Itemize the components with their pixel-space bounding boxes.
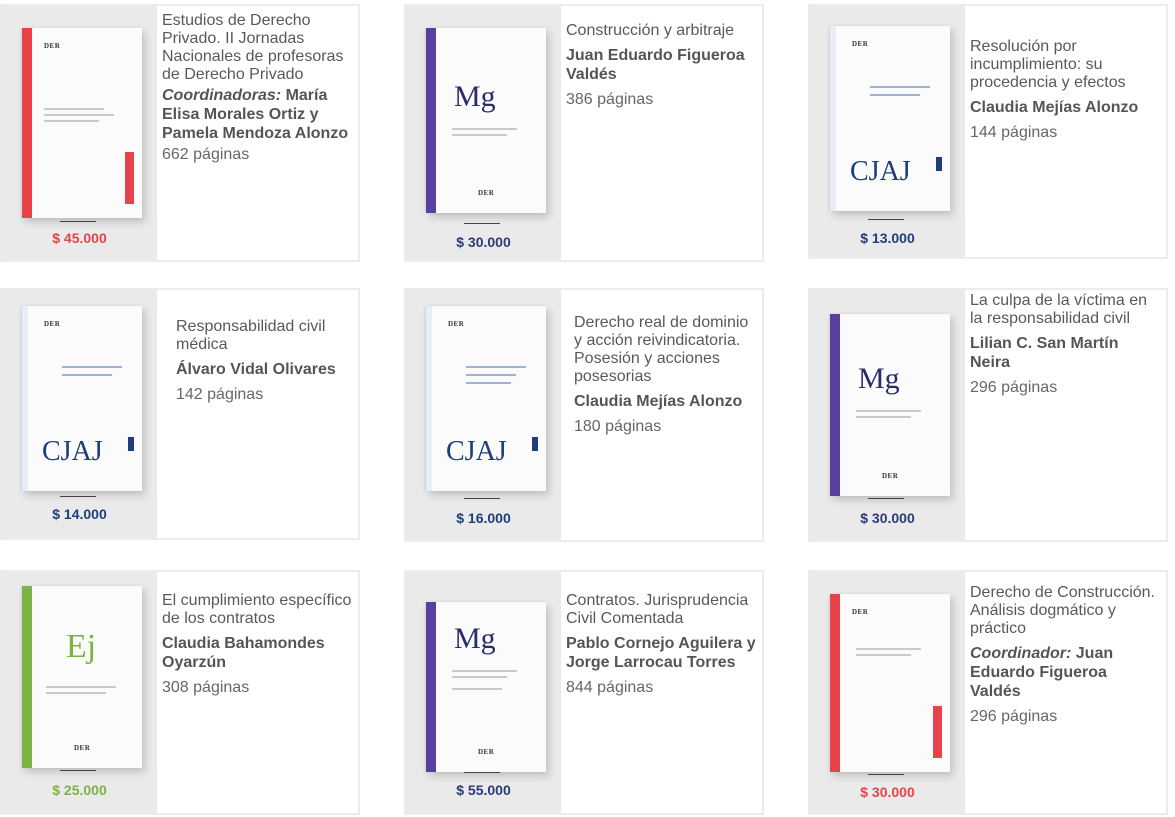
book-pages: 180 páginas (574, 418, 662, 435)
book-card[interactable]: Mg DER $ 30.000 Construcción y arbitraje… (404, 4, 764, 262)
price-label: $ 30.000 (456, 234, 511, 250)
book-pages: 142 páginas (176, 386, 264, 403)
book-card[interactable]: Ej DER $ 25.000 El cumplimiento específi… (0, 570, 360, 815)
book-cover-panel: Mg DER (810, 290, 965, 540)
price-label: $ 30.000 (860, 510, 915, 526)
publisher-logo: DER (852, 608, 869, 616)
book-card[interactable]: Mg DER $ 30.000 La culpa de la víctima e… (808, 288, 1168, 542)
book-title[interactable]: Derecho de Construcción. Análisis dogmát… (970, 584, 1160, 638)
series-logo: Mg (858, 362, 900, 395)
series-logo: CJAJ (850, 156, 911, 187)
publisher-logo: DER (74, 744, 91, 752)
series-logo: CJAJ (446, 436, 507, 467)
book-pages: 844 páginas (566, 679, 654, 696)
publisher-logo: DER (478, 748, 495, 756)
publisher-logo: DER (448, 320, 465, 328)
book-title[interactable]: Contratos. Jurisprudencia Civil Comentad… (566, 592, 756, 628)
book-author: Coordinador: Juan Eduardo Figueroa Valdé… (970, 645, 1114, 700)
book-title[interactable]: Estudios de Derecho Privado. II Jornadas… (162, 12, 352, 84)
book-title[interactable]: Construcción y arbitraje (566, 22, 756, 40)
book-title[interactable]: Derecho real de dominio y acción reivind… (574, 314, 756, 386)
book-author: Lilian C. San Martín Neira (970, 335, 1119, 371)
book-pages: 296 páginas (970, 379, 1058, 396)
book-cover-image[interactable]: Mg DER (426, 28, 546, 213)
price-label: $ 45.000 (52, 230, 107, 246)
book-author: Claudia Mejías Alonzo (574, 393, 743, 410)
book-cover-image[interactable]: DER (22, 28, 142, 218)
book-cover-panel: Mg DER (406, 572, 561, 813)
book-cover-image[interactable]: Ej DER (22, 586, 142, 768)
series-logo: Mg (454, 80, 496, 113)
book-title[interactable]: El cumplimiento específico de los contra… (162, 592, 352, 628)
book-cover-image[interactable]: Mg DER (830, 314, 950, 496)
publisher-logo: DER (478, 189, 495, 197)
price-label: $ 30.000 (860, 784, 915, 800)
book-author: Juan Eduardo Figueroa Valdés (566, 47, 745, 83)
book-title[interactable]: Resolución por incumplimiento: su proced… (970, 38, 1160, 92)
publisher-logo: DER (44, 320, 61, 328)
book-author: Pablo Cornejo Aguilera y Jorge Larrocau … (566, 635, 756, 671)
series-logo: Mg (454, 622, 496, 655)
book-cover-panel: Ej DER (2, 572, 157, 813)
book-title[interactable]: La culpa de la víctima en la responsabil… (970, 292, 1160, 328)
book-cover-panel: Mg DER (406, 6, 561, 260)
book-cover-image[interactable]: DER CJAJ (830, 26, 950, 211)
book-pages: 308 páginas (162, 679, 250, 696)
book-cover-image[interactable]: Mg DER (426, 602, 546, 772)
price-label: $ 25.000 (52, 782, 107, 798)
price-label: $ 55.000 (456, 782, 511, 798)
book-card[interactable]: DER CJAJ $ 16.000 Derecho real de domini… (404, 288, 764, 542)
book-card[interactable]: DER $ 45.000 Estudios de Derecho Privado… (0, 4, 360, 262)
book-card[interactable]: DER CJAJ $ 13.000 Resolución por incumpl… (808, 4, 1168, 259)
publisher-logo: DER (882, 472, 899, 480)
price-label: $ 16.000 (456, 510, 511, 526)
book-author: Álvaro Vidal Olivares (176, 361, 336, 378)
publisher-logo: DER (44, 42, 61, 50)
series-logo: Ej (66, 628, 97, 665)
book-card[interactable]: DER CJAJ $ 14.000 Responsabilidad civil … (0, 288, 360, 540)
author-role: Coordinadoras: (162, 87, 282, 104)
book-cover-panel: DER CJAJ (810, 6, 965, 257)
book-cover-panel: DER (2, 6, 157, 260)
book-pages: 144 páginas (970, 124, 1058, 141)
book-author: Claudia Mejías Alonzo (970, 99, 1139, 116)
publisher-logo: DER (852, 40, 869, 48)
book-cover-image[interactable]: DER CJAJ (22, 306, 142, 491)
book-cover-panel: DER CJAJ (406, 290, 561, 540)
book-card[interactable]: DER $ 30.000 Derecho de Construcción. An… (808, 570, 1168, 815)
book-author: Claudia Bahamondes Oyarzún (162, 635, 325, 671)
book-cover-panel: DER CJAJ (2, 290, 157, 538)
book-pages: 386 páginas (566, 91, 654, 108)
book-pages: 296 páginas (970, 708, 1058, 725)
book-cover-panel: DER (810, 572, 965, 813)
book-author: Coordinadoras: María Elisa Morales Ortiz… (162, 87, 349, 142)
price-label: $ 13.000 (860, 230, 915, 246)
price-label: $ 14.000 (52, 506, 107, 522)
series-logo: CJAJ (42, 436, 103, 467)
book-card[interactable]: Mg DER $ 55.000 Contratos. Jurisprudenci… (404, 570, 764, 815)
book-cover-image[interactable]: DER (830, 594, 950, 772)
book-pages: 662 páginas (162, 146, 250, 163)
book-cover-image[interactable]: DER CJAJ (426, 306, 546, 491)
book-title[interactable]: Responsabilidad civil médica (176, 318, 352, 354)
